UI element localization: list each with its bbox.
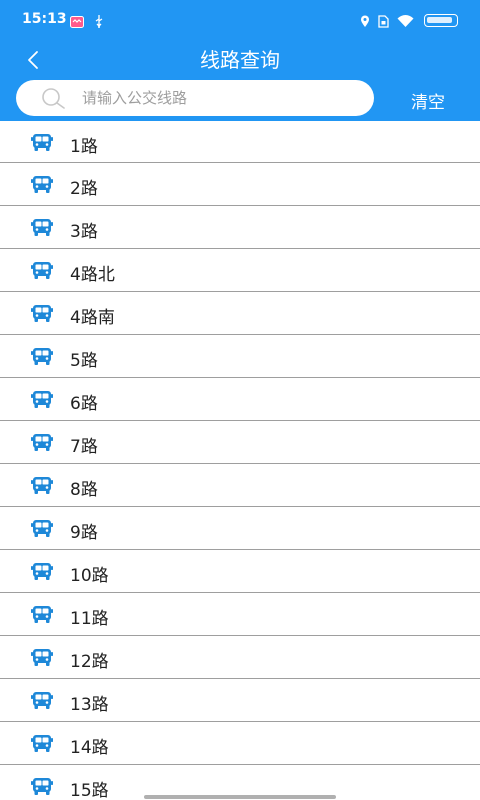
route-list-item[interactable]: 3路 [0, 206, 480, 249]
wifi-icon [397, 13, 414, 32]
bus-icon [31, 476, 53, 495]
route-name: 3路 [70, 222, 98, 242]
search-icon [40, 87, 66, 109]
route-list-item[interactable]: 9路 [0, 507, 480, 550]
bus-icon [31, 777, 53, 796]
notification-app-icon [70, 13, 84, 32]
battery-level-fill [427, 17, 452, 23]
bus-icon [31, 648, 53, 667]
bus-icon [31, 691, 53, 710]
route-list-item[interactable]: 11路 [0, 593, 480, 636]
bus-icon [31, 261, 53, 280]
sim-card-icon [378, 13, 389, 32]
bus-icon [31, 519, 53, 538]
route-name: 9路 [70, 523, 98, 543]
bus-icon [31, 175, 53, 194]
bus-icon [31, 734, 53, 753]
home-indicator[interactable] [144, 795, 336, 799]
route-list-item[interactable]: 6路 [0, 378, 480, 421]
route-name: 2路 [70, 179, 98, 199]
route-list-item[interactable]: 1路 [0, 121, 480, 163]
nav-bar: 线路查询 [0, 40, 480, 78]
route-name: 1路 [70, 137, 98, 157]
route-list-item[interactable]: 8路 [0, 464, 480, 507]
status-bar: 15:13 [0, 0, 480, 40]
clear-button[interactable]: 清空 [400, 88, 456, 113]
route-list-item[interactable]: 14路 [0, 722, 480, 765]
bus-icon [31, 562, 53, 581]
route-list-item[interactable]: 7路 [0, 421, 480, 464]
route-list-item[interactable]: 4路北 [0, 249, 480, 292]
route-list-item[interactable]: 12路 [0, 636, 480, 679]
search-box[interactable] [16, 80, 374, 116]
route-list-item[interactable]: 10路 [0, 550, 480, 593]
route-name: 4路南 [70, 308, 115, 328]
route-name: 6路 [70, 394, 98, 414]
location-icon [360, 13, 370, 32]
page-title: 线路查询 [200, 48, 280, 72]
bus-icon [31, 605, 53, 624]
route-list: 1路 2路 3路 4路北 4路南 5路 6路 7路 8路 9路 10路 11路 12路 13路 14路 15路 [0, 121, 480, 800]
route-name: 12路 [70, 652, 109, 672]
route-name: 13路 [70, 695, 109, 715]
route-name: 11路 [70, 609, 109, 629]
route-name: 5路 [70, 351, 98, 371]
bus-icon [31, 433, 53, 452]
bus-icon [31, 390, 53, 409]
route-name: 15路 [70, 781, 109, 800]
route-name: 7路 [70, 437, 98, 457]
usb-icon [94, 13, 104, 32]
bus-icon [31, 304, 53, 323]
route-name: 8路 [70, 480, 98, 500]
search-input[interactable] [82, 80, 362, 116]
status-time: 15:13 [22, 11, 67, 27]
route-name: 14路 [70, 738, 109, 758]
route-list-item[interactable]: 2路 [0, 163, 480, 206]
battery-icon [424, 14, 458, 27]
bus-icon [31, 347, 53, 366]
bus-icon [31, 133, 53, 152]
bus-icon [31, 218, 53, 237]
route-list-item[interactable]: 5路 [0, 335, 480, 378]
route-name: 4路北 [70, 265, 115, 285]
route-list-item[interactable]: 13路 [0, 679, 480, 722]
route-name: 10路 [70, 566, 109, 586]
route-list-item[interactable]: 4路南 [0, 292, 480, 335]
